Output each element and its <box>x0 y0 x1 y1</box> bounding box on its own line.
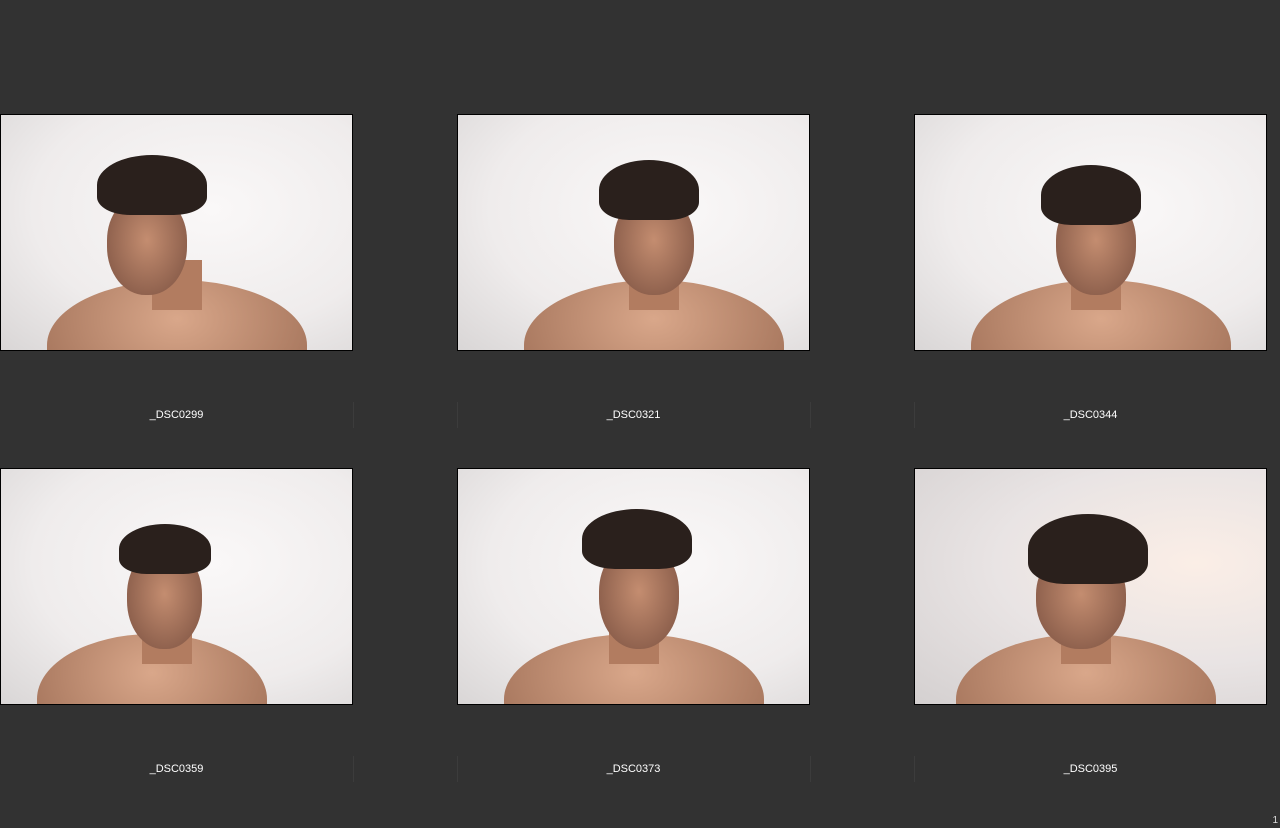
crop-mark <box>353 756 354 782</box>
photo-thumbnail[interactable] <box>457 468 810 705</box>
photo-thumbnail[interactable] <box>914 468 1267 705</box>
crop-mark <box>457 756 458 782</box>
photo-filename: _DSC0359 <box>149 763 204 775</box>
photo-thumbnail[interactable] <box>457 114 810 351</box>
photo-filename: _DSC0344 <box>1063 409 1118 421</box>
crop-mark <box>810 756 811 782</box>
photo-filename: _DSC0373 <box>606 763 661 775</box>
photo-filename: _DSC0321 <box>606 409 661 421</box>
crop-mark <box>353 402 354 428</box>
thumbnail-cell[interactable]: _DSC0395 <box>914 468 1267 775</box>
page-number: 1 <box>1272 815 1278 826</box>
photo-thumbnail[interactable] <box>0 114 353 351</box>
photo-filename: _DSC0299 <box>149 409 204 421</box>
thumbnail-cell[interactable]: _DSC0299 <box>0 114 353 421</box>
thumbnail-cell[interactable]: _DSC0321 <box>457 114 810 421</box>
crop-mark <box>914 402 915 428</box>
photo-filename: _DSC0395 <box>1063 763 1118 775</box>
thumbnail-cell[interactable]: _DSC0344 <box>914 114 1267 421</box>
crop-mark <box>914 756 915 782</box>
thumbnail-cell[interactable]: _DSC0373 <box>457 468 810 775</box>
photo-thumbnail[interactable] <box>0 468 353 705</box>
photo-thumbnail[interactable] <box>914 114 1267 351</box>
crop-mark <box>457 402 458 428</box>
crop-mark <box>810 402 811 428</box>
thumbnail-cell[interactable]: _DSC0359 <box>0 468 353 775</box>
